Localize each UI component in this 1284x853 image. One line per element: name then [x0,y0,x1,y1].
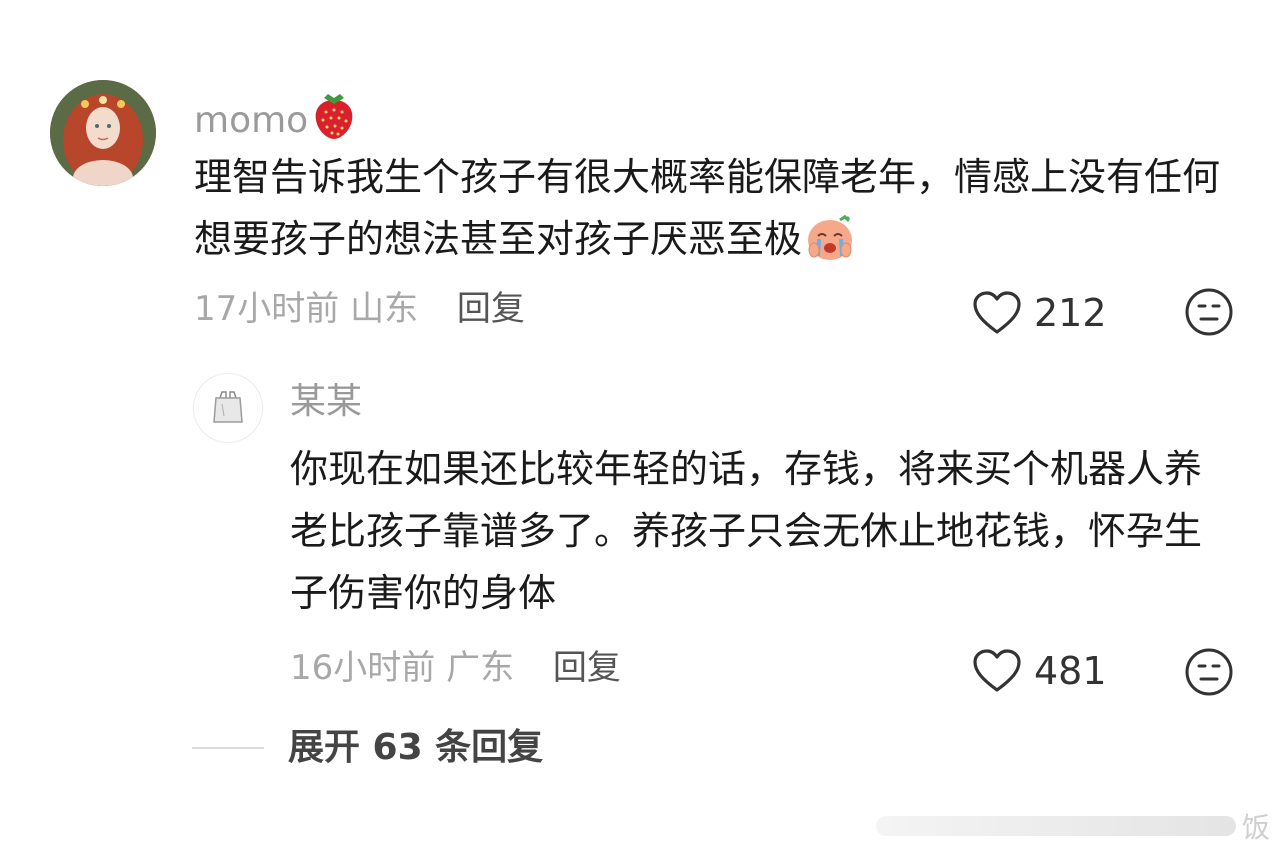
reply-meta: 16小时前 广东 回复 [290,651,621,685]
heart-icon[interactable] [972,648,1022,694]
reply-text: 你现在如果还比较年轻的话，存钱，将来买个机器人养老比孩子靠谱多了。养孩子只会无休… [290,447,1203,615]
reply-location: 广东 [446,648,515,688]
heart-icon[interactable] [972,290,1022,336]
divider-line [192,747,264,749]
like-button[interactable]: 481 [972,648,1107,694]
avatar[interactable] [50,80,156,186]
watermark: 饭 [870,806,1270,846]
comment-meta: 17小时前 山东 回复 [194,292,525,326]
username-text[interactable]: momo [194,100,308,141]
watermark-bar [875,816,1236,836]
like-count: 481 [1034,649,1107,693]
reply-button[interactable]: 回复 [553,648,621,688]
comment-location: 山东 [350,289,419,329]
dislike-button[interactable] [1184,287,1234,341]
comment-text-content: 理智告诉我生个孩子有很大概率能保障老年，情感上没有任何想要孩子的想法甚至对孩子厌… [194,155,1221,261]
like-count: 212 [1034,291,1107,335]
neutral-face-icon[interactable] [1184,647,1234,697]
username[interactable]: 某某 [290,384,362,420]
strawberry-icon [312,90,356,147]
neutral-face-icon[interactable] [1184,287,1234,337]
watermark-text: 饭 [1241,811,1270,844]
shopping-bag-icon [213,391,243,423]
crying-face-icon [804,212,856,280]
comment-text: 理智告诉我生个孩子有很大概率能保障老年，情感上没有任何想要孩子的想法甚至对孩子厌… [194,146,1254,280]
reply-time: 16小时前 [290,648,436,688]
like-button[interactable]: 212 [972,290,1107,336]
dislike-button[interactable] [1184,647,1234,701]
reply-button[interactable]: 回复 [457,289,525,329]
expand-replies-label[interactable]: 展开 63 条回复 [288,730,543,766]
avatar[interactable] [193,373,263,443]
comment-time: 17小时前 [194,289,340,329]
avatar-portrait-icon [50,80,156,186]
username[interactable]: momo [194,90,356,147]
expand-replies-button[interactable]: 展开 63 条回复 [192,730,543,766]
